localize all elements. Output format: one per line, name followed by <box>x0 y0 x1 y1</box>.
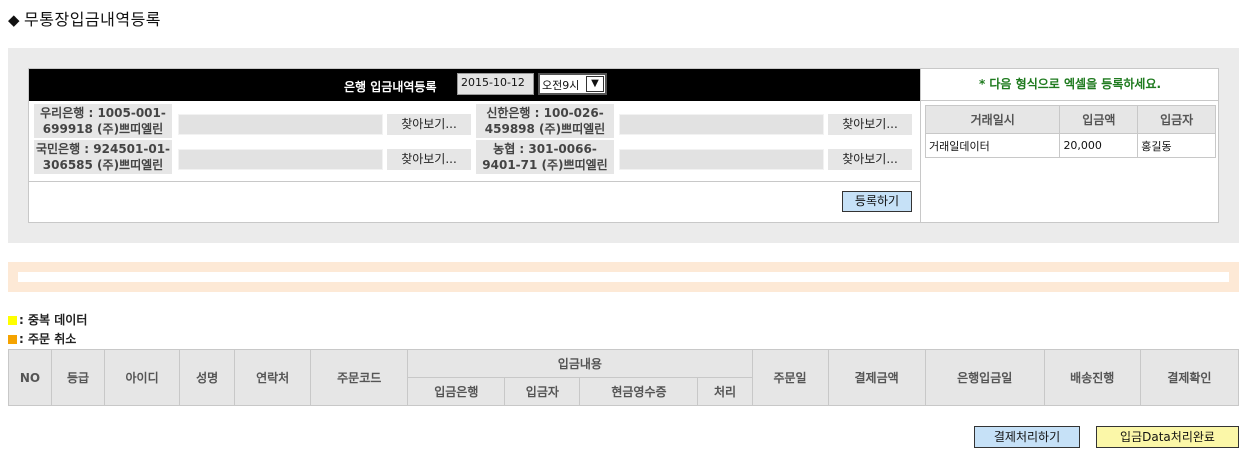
time-select[interactable]: 오전9시 ▼ <box>538 73 607 95</box>
bank-label-line: 국민은행 : 924501-01- <box>35 142 171 156</box>
bank-label-nonghyup: 농협 : 301-0066- 9401-71 (주)쁘띠엘린 <box>476 140 614 174</box>
column-header-contact: 연락처 <box>234 349 312 406</box>
column-header: 입금액 <box>1059 105 1139 134</box>
column-header: 입금자 <box>1137 105 1216 134</box>
page-title-text: 무통장입금내역등록 <box>24 10 162 29</box>
chevron-down-icon[interactable]: ▼ <box>586 76 604 92</box>
pay-process-button[interactable]: 결제처리하기 <box>974 426 1080 448</box>
orange-swatch-icon <box>8 335 17 344</box>
column-header-id: 아이디 <box>104 349 181 406</box>
file-field-shinhan[interactable] <box>619 114 824 135</box>
legend-duplicate-label: : 중복 데이터 <box>19 313 88 327</box>
yellow-swatch-icon <box>8 316 17 325</box>
data-done-button[interactable]: 입금Data처리완료 <box>1096 426 1239 448</box>
bank-label-line: 우리은행 : 1005-001- <box>40 106 166 120</box>
browse-button-nonghyup[interactable]: 찾아보기... <box>828 149 912 170</box>
column-header-order-date: 주문일 <box>751 349 829 406</box>
table-header-row: NO 등급 아이디 성명 연락처 주문코드 입금내용 주문일 결제금액 은행입금… <box>7 349 1240 406</box>
file-field-woori[interactable] <box>178 114 383 135</box>
column-header-depositor: 입금자 <box>504 377 581 406</box>
bank-label-line: 신한은행 : 100-026- <box>486 106 604 120</box>
column-header-deposit-bank: 입금은행 <box>407 377 506 406</box>
bank-label-line: 농협 : 301-0066- <box>493 142 597 156</box>
browse-button-woori[interactable]: 찾아보기... <box>387 114 471 135</box>
register-button[interactable]: 등록하기 <box>842 191 912 212</box>
browse-button-kookmin[interactable]: 찾아보기... <box>387 149 471 170</box>
bank-label-line: 699918 (주)쁘띠엘린 <box>42 122 164 136</box>
diamond-icon: ◆ <box>8 11 21 29</box>
table-cell: 20,000 <box>1059 133 1139 158</box>
bank-label-woori: 우리은행 : 1005-001- 699918 (주)쁘띠엘린 <box>34 104 172 138</box>
legend-cancel-label: : 주문 취소 <box>19 332 77 346</box>
column-header-no: NO <box>7 349 53 406</box>
bank-label-line: 459898 (주)쁘띠엘린 <box>484 122 606 136</box>
column-header-cash-receipt: 현금영수증 <box>579 377 699 406</box>
table-cell: 홍길동 <box>1137 133 1216 158</box>
column-header: 거래일시 <box>924 105 1061 134</box>
legend-cancel: : 주문 취소 <box>8 330 76 347</box>
progress-strip <box>8 262 1239 292</box>
table-header-row: 거래일시 입금액 입금자 <box>924 105 1216 134</box>
upload-header: 은행 입금내역등록 2015-10-12 오전9시 ▼ <box>29 69 920 101</box>
column-header-pay-confirm: 결제확인 <box>1139 349 1240 406</box>
bank-label-kookmin: 국민은행 : 924501-01- 306585 (주)쁘띠엘린 <box>34 140 172 174</box>
time-select-value: 오전9시 <box>542 79 580 92</box>
date-input[interactable]: 2015-10-12 <box>457 73 534 95</box>
table-row: 거래일데이터 20,000 홍길동 <box>924 133 1216 158</box>
format-sample-table: 거래일시 입금액 입금자 거래일데이터 20,000 홍길동 <box>924 105 1216 158</box>
file-field-nonghyup[interactable] <box>619 149 824 170</box>
bank-label-line: 306585 (주)쁘띠엘린 <box>42 158 164 172</box>
bank-label-line: 9401-71 (주)쁘띠엘린 <box>482 158 608 172</box>
column-header-grade: 등급 <box>51 349 106 406</box>
column-header-order-code: 주문코드 <box>310 349 409 406</box>
order-table: NO 등급 아이디 성명 연락처 주문코드 입금내용 주문일 결제금액 은행입금… <box>7 349 1240 406</box>
column-header-bank-deposit-date: 은행입금일 <box>924 349 1045 406</box>
upload-box: 은행 입금내역등록 2015-10-12 오전9시 ▼ 우리은행 : 1005-… <box>28 68 1219 223</box>
bank-file-area: 우리은행 : 1005-001- 699918 (주)쁘띠엘린 찾아보기... … <box>29 101 920 182</box>
progress-strip-inner <box>18 272 1229 282</box>
browse-button-shinhan[interactable]: 찾아보기... <box>828 114 912 135</box>
table-cell: 거래일데이터 <box>924 133 1061 158</box>
upload-panel: 은행 입금내역등록 2015-10-12 오전9시 ▼ 우리은행 : 1005-… <box>8 48 1239 243</box>
column-header-shipping: 배송진행 <box>1043 349 1141 406</box>
page-title: ◆ 무통장입금내역등록 <box>8 6 161 30</box>
column-header-process: 처리 <box>697 377 753 406</box>
column-header-pay-amount: 결제금액 <box>827 349 926 406</box>
bank-label-shinhan: 신한은행 : 100-026- 459898 (주)쁘띠엘린 <box>476 104 614 138</box>
format-hint: * 다음 형식으로 엑셀을 등록하세요. <box>921 69 1219 101</box>
file-field-kookmin[interactable] <box>178 149 383 170</box>
upload-header-label: 은행 입금내역등록 <box>344 80 437 94</box>
column-header-deposit-group: 입금내용 <box>407 349 753 378</box>
column-header-name: 성명 <box>179 349 236 406</box>
legend-duplicate: : 중복 데이터 <box>8 311 87 328</box>
